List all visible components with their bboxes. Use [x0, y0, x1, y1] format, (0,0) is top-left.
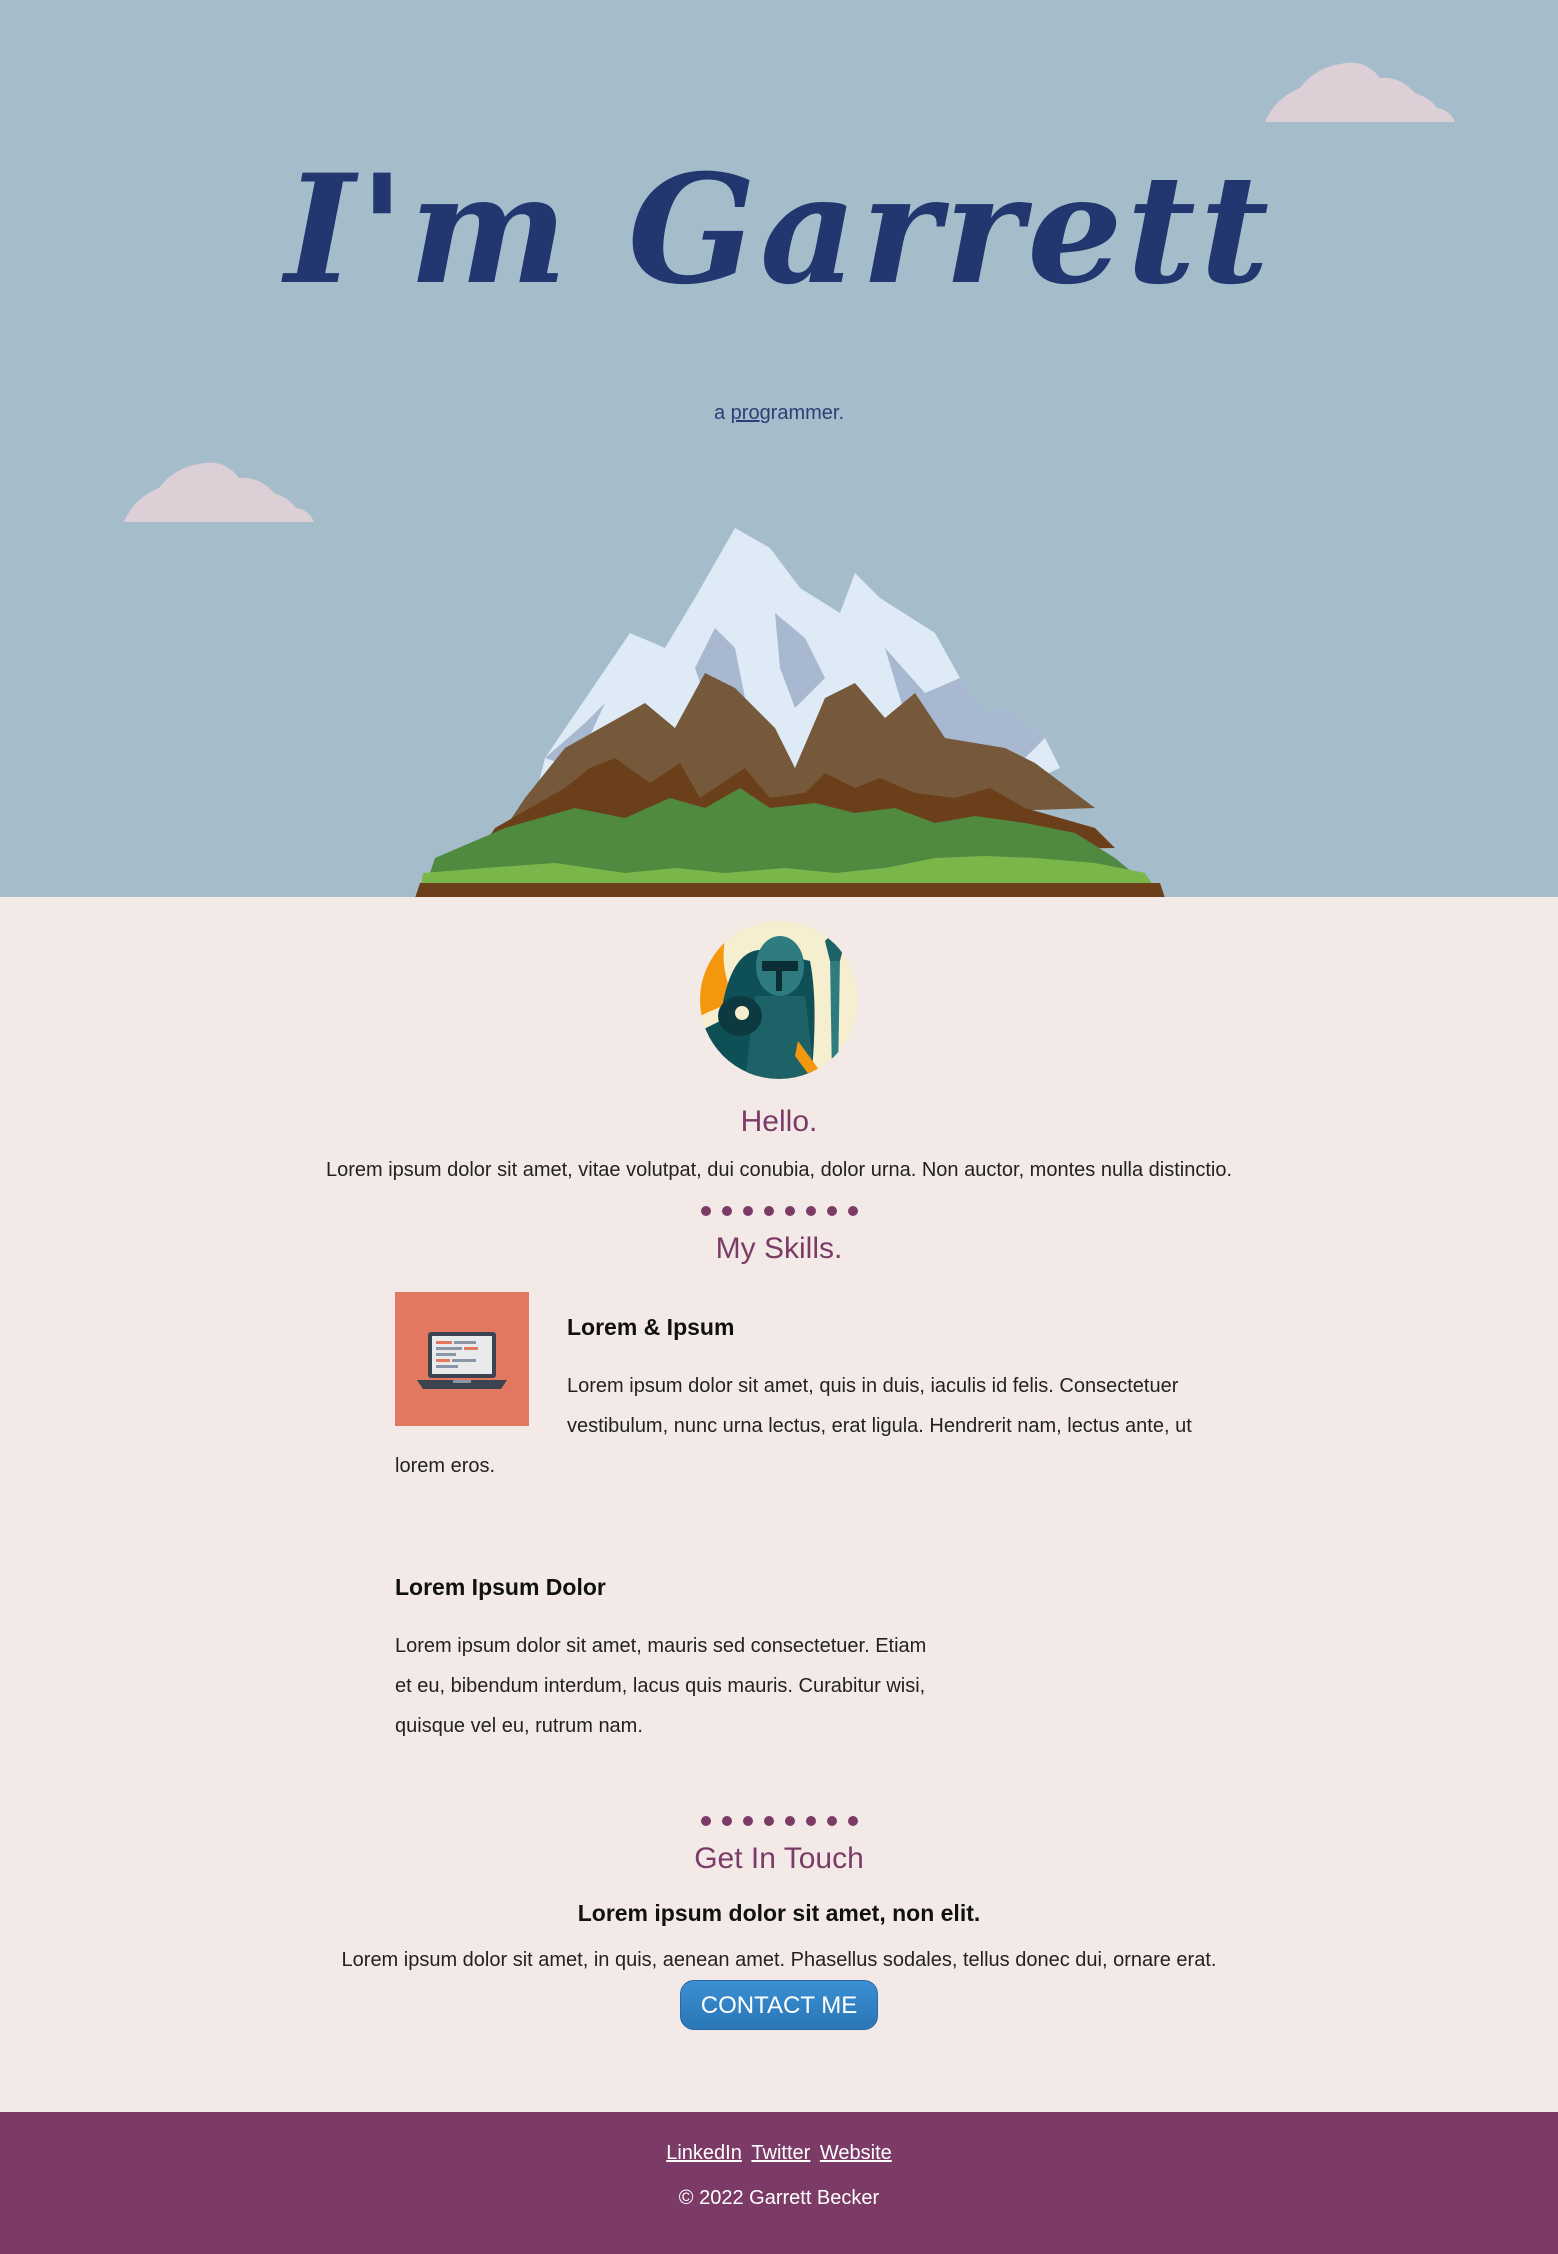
- footer-links: LinkedIn Twitter Website: [0, 2142, 1558, 2165]
- main-content: Hello. Lorem ipsum dolor sit amet, vitae…: [0, 921, 1558, 2030]
- hero-title: I'm Garrett: [284, 142, 1274, 318]
- skills-section: Lorem & Ipsum Lorem ipsum dolor sit amet…: [0, 1266, 1558, 1796]
- intro-text: Lorem ipsum dolor sit amet, vitae volutp…: [325, 1159, 1233, 1181]
- skills-title: My Skills.: [715, 1232, 843, 1265]
- hello-title: Hello.: [740, 1105, 818, 1138]
- subtitle-prefix: a: [713, 402, 731, 424]
- skill-2-title: Lorem Ipsum Dolor: [395, 1574, 606, 1600]
- mountain-illustration: [415, 528, 1165, 897]
- website-link[interactable]: Website: [820, 2142, 892, 2164]
- contact-me-button[interactable]: CONTACT ME: [680, 1980, 878, 2030]
- skill-2-text: Lorem ipsum dolor sit amet, mauris sed c…: [395, 1635, 927, 1737]
- hero-section: I'm Garrett a programmer.: [0, 0, 1558, 897]
- hero-subtitle: a programmer.: [0, 402, 1558, 425]
- subtitle-underlined: pro: [730, 402, 760, 424]
- dots-divider: [0, 1206, 1558, 1216]
- contact-subtitle: Lorem ipsum dolor sit amet, non elit.: [577, 1900, 981, 1926]
- dots-divider: [0, 1816, 1558, 1826]
- cloud-icon: [124, 462, 314, 522]
- linkedin-link[interactable]: LinkedIn: [666, 2142, 742, 2164]
- contact-text: Lorem ipsum dolor sit amet, in quis, aen…: [341, 1949, 1217, 1971]
- avatar-image: [700, 921, 858, 1079]
- copyright: © 2022 Garrett Becker: [678, 2187, 880, 2209]
- skill-1-title: Lorem & Ipsum: [567, 1314, 735, 1340]
- twitter-link[interactable]: Twitter: [751, 2142, 810, 2164]
- footer: LinkedIn Twitter Website © 2022 Garrett …: [0, 2112, 1558, 2254]
- cloud-icon: [1265, 62, 1455, 122]
- subtitle-rest: grammer.: [759, 402, 845, 424]
- contact-title: Get In Touch: [694, 1842, 864, 1875]
- skill-1-text: Lorem ipsum dolor sit amet, quis in duis…: [395, 1366, 1195, 1486]
- avatar: [700, 921, 858, 1079]
